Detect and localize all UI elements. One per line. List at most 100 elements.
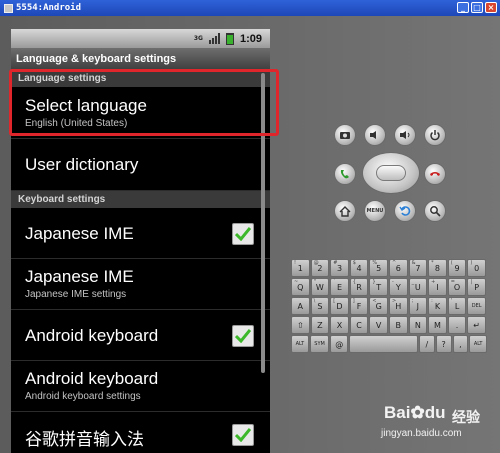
key-label: 6	[395, 263, 401, 273]
japanese-ime-settings-item[interactable]: Japanese IME Japanese IME settings	[11, 259, 270, 310]
end-call-icon[interactable]	[424, 163, 446, 185]
key-label: T	[376, 282, 382, 292]
dpad-center-button[interactable]	[376, 165, 406, 181]
keyboard-key[interactable]: A	[291, 297, 310, 315]
key-alt-label: ^	[391, 260, 397, 266]
key-label: 8	[434, 263, 440, 273]
menu-icon[interactable]: MENU	[364, 200, 386, 222]
keyboard-key[interactable]: T}	[369, 278, 388, 296]
key-alt-label: $	[352, 260, 356, 266]
keyboard-key[interactable]: L '	[447, 297, 467, 315]
keyboard-key[interactable]: 9(	[447, 259, 467, 277]
keyboard-key[interactable]: .	[447, 316, 467, 334]
key-alt-label: #	[333, 260, 338, 266]
checkmark-icon	[235, 227, 251, 241]
keyboard-key[interactable]: M	[428, 316, 447, 334]
volume-down-icon[interactable]	[364, 124, 386, 146]
key-label: ALT	[295, 341, 305, 347]
android-keyboard-toggle-item[interactable]: Android keyboard	[11, 310, 270, 361]
minimize-button[interactable]: _	[457, 2, 469, 13]
key-alt-label: @	[313, 260, 319, 266]
keyboard-key[interactable]: X	[330, 316, 349, 334]
keyboard-key[interactable]: O =	[447, 278, 467, 296]
keyboard-key[interactable]: Q ~	[291, 278, 310, 296]
keyboard-key[interactable]: I +	[428, 278, 447, 296]
keyboard-key[interactable]: D[	[330, 297, 349, 315]
keyboard-key[interactable]: W "	[310, 278, 330, 296]
key-label: N	[414, 320, 421, 330]
keyboard-key[interactable]: ↵	[467, 316, 486, 334]
keyboard-key[interactable]: ?	[435, 335, 452, 353]
keyboard-key[interactable]: DEL	[467, 297, 486, 315]
window-controls: _ □ ×	[457, 2, 497, 13]
japanese-ime-toggle-item[interactable]: Japanese IME	[11, 208, 270, 259]
checkbox[interactable]	[232, 424, 254, 446]
checkmark-icon	[235, 428, 251, 442]
keyboard-key[interactable]: B	[388, 316, 408, 334]
google-pinyin-toggle-item[interactable]: 谷歌拼音输入法	[11, 412, 270, 453]
scrollbar[interactable]	[261, 73, 265, 373]
keyboard-key[interactable]: P |	[467, 278, 486, 296]
key-alt-label: `	[333, 279, 336, 285]
checkbox[interactable]	[232, 223, 254, 245]
keyboard-key[interactable]: 7 &	[408, 259, 428, 277]
keyboard-key[interactable]: S \	[310, 297, 330, 315]
key-label: Y	[395, 282, 401, 292]
phone-screen: 3G 1:09 Language & keyboard settings Lan…	[11, 29, 270, 453]
key-alt-label: !	[294, 260, 297, 266]
power-icon[interactable]	[424, 124, 446, 146]
keyboard-key[interactable]: /	[419, 335, 435, 353]
checkbox[interactable]	[232, 325, 254, 347]
key-label: W	[315, 282, 324, 292]
key-label: M	[434, 320, 441, 330]
key-alt-label: _	[411, 279, 415, 285]
key-alt-label: [	[333, 298, 336, 304]
keyboard-key[interactable]: F]	[349, 297, 369, 315]
keyboard-key[interactable]: 2 @	[310, 259, 330, 277]
keyboard-key[interactable]: U _	[408, 278, 428, 296]
keyboard-key[interactable]: Y-	[388, 278, 408, 296]
keyboard-key[interactable]: SYM	[309, 335, 330, 353]
keyboard-key[interactable]: ALT	[469, 335, 488, 353]
keyboard-key[interactable]: H >	[388, 297, 408, 315]
key-alt-label: -	[391, 279, 394, 285]
keyboard-key[interactable]: ⇧	[291, 316, 310, 334]
keyboard-key[interactable]: 4 $	[349, 259, 369, 277]
keyboard-key[interactable]: C	[349, 316, 369, 334]
keyboard-key[interactable]: J;	[408, 297, 428, 315]
keyboard-key[interactable]: 0)	[467, 259, 486, 277]
keyboard-key[interactable]: 8 *	[428, 259, 447, 277]
keyboard-key[interactable]: N	[408, 316, 428, 334]
keyboard-key[interactable]: @	[330, 335, 349, 353]
item-title: Android keyboard	[25, 369, 159, 388]
keyboard-key[interactable]: 1!	[291, 259, 310, 277]
keyboard-key[interactable]: Z	[310, 316, 330, 334]
keyboard-key[interactable]: E `	[330, 278, 349, 296]
camera-icon[interactable]	[334, 124, 356, 146]
close-button[interactable]: ×	[485, 2, 497, 13]
android-keyboard-settings-item[interactable]: Android keyboard Android keyboard settin…	[11, 361, 270, 412]
user-dictionary-item[interactable]: User dictionary	[11, 139, 270, 191]
search-icon[interactable]	[424, 200, 446, 222]
volume-up-icon[interactable]	[394, 124, 416, 146]
keyboard-key[interactable]: G <	[369, 297, 388, 315]
status-time: 1:09	[239, 32, 262, 45]
call-icon[interactable]	[334, 163, 356, 185]
home-icon[interactable]	[334, 200, 356, 222]
select-language-item[interactable]: Select language English (United States)	[11, 87, 270, 139]
baidu-logo: Bai✿du	[384, 403, 446, 423]
keyboard-key[interactable]: V	[369, 316, 388, 334]
maximize-button[interactable]: □	[471, 2, 483, 13]
keyboard-key[interactable]: 5%	[369, 259, 388, 277]
key-alt-label: |	[470, 279, 473, 285]
keyboard-key[interactable]: R{	[349, 278, 369, 296]
key-label: SYM	[314, 341, 325, 347]
keyboard-key[interactable]: 6 ^	[388, 259, 408, 277]
keyboard-key[interactable]: ALT	[291, 335, 309, 353]
keyboard-key[interactable]: K:	[428, 297, 447, 315]
back-icon[interactable]	[394, 200, 416, 222]
keyboard-key[interactable]	[349, 335, 418, 353]
keyboard-key[interactable]: ,	[452, 335, 469, 353]
keyboard-key[interactable]: 3 #	[330, 259, 349, 277]
key-alt-label: ]	[352, 298, 355, 304]
